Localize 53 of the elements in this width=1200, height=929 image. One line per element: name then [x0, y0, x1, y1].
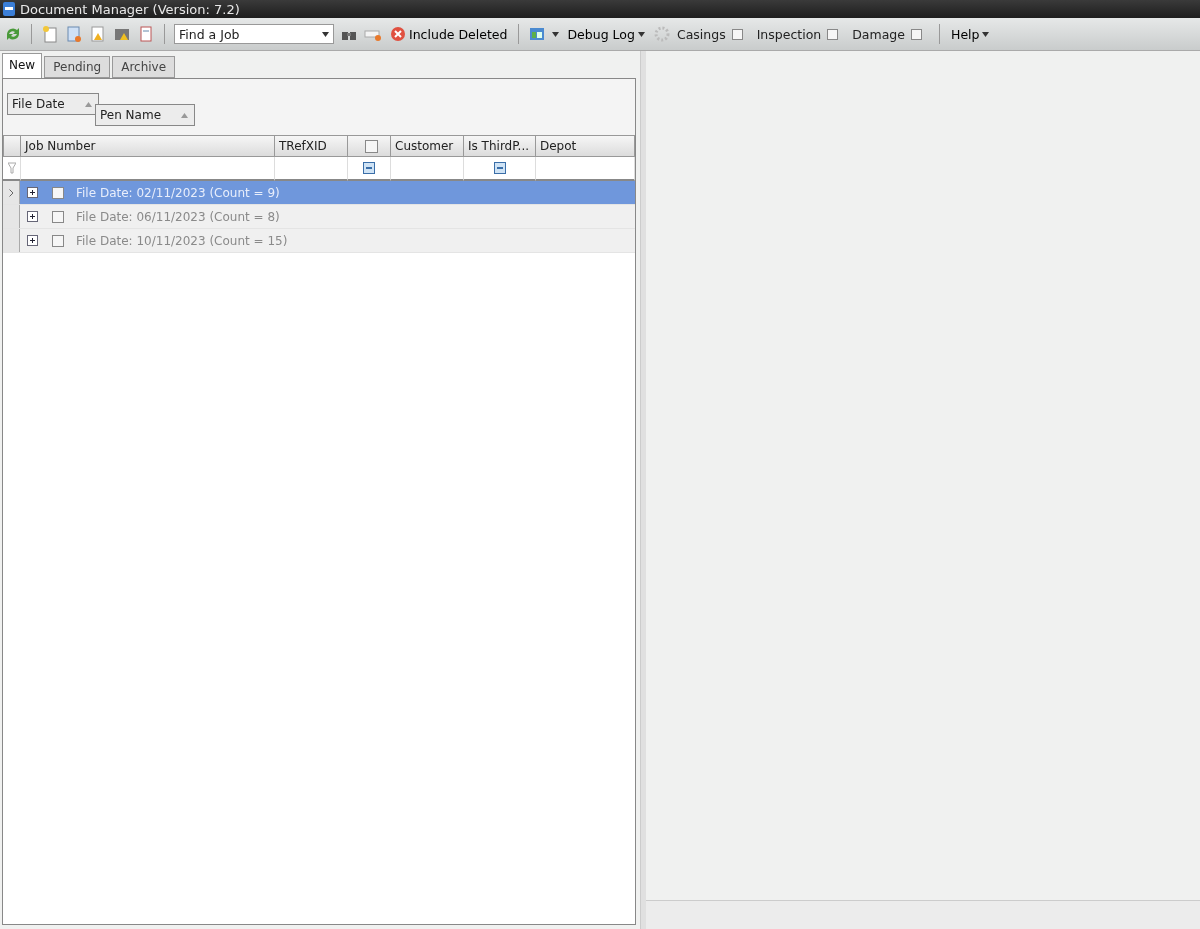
column-header[interactable]: Job Number — [21, 135, 275, 157]
column-header[interactable]: Customer — [391, 135, 464, 157]
tab[interactable]: Pending — [44, 56, 111, 78]
filter-icon — [7, 162, 16, 174]
include-deleted-button[interactable]: Include Deleted — [388, 26, 510, 42]
row-pointer-icon — [8, 188, 14, 197]
filter-checkbox[interactable] — [911, 28, 922, 40]
sort-arrow-icon — [85, 101, 92, 107]
group-label: Pen Name — [100, 108, 161, 122]
notebook-icon[interactable] — [137, 25, 155, 43]
filter-toggle-icon[interactable] — [493, 162, 506, 174]
group-label: File Date: 02/11/2023 (Count = 9) — [76, 185, 280, 200]
caret-icon — [552, 31, 560, 37]
group-by-chip[interactable]: File Date — [7, 93, 99, 115]
filter-label: Casings — [676, 26, 726, 42]
filter-checkbox[interactable] — [731, 28, 743, 40]
filter-checkbox[interactable] — [827, 28, 839, 40]
tab[interactable]: Archive — [112, 56, 176, 78]
column-header[interactable]: Depot — [536, 135, 635, 157]
app-icon — [2, 1, 16, 17]
row-checkbox[interactable] — [52, 234, 64, 247]
row-indicator — [3, 229, 20, 252]
column-header[interactable]: Is ThirdP... — [464, 135, 536, 157]
cancel-icon — [390, 26, 406, 42]
debug-log-menu[interactable]: Debug Log — [565, 26, 647, 42]
expand-icon[interactable] — [27, 187, 38, 198]
expand-icon[interactable] — [27, 211, 38, 222]
row-checkbox[interactable] — [52, 210, 64, 223]
refresh-icon[interactable] — [4, 25, 22, 43]
tab[interactable]: New — [2, 53, 43, 78]
select-all-checkbox[interactable] — [364, 139, 378, 153]
row-checkbox[interactable] — [52, 186, 64, 199]
window-title: Document Manager (Version: 7.2) — [20, 1, 240, 17]
caret-icon — [637, 31, 645, 37]
column-header[interactable]: TRefXID — [275, 135, 348, 157]
caret-icon — [982, 31, 990, 37]
sort-arrow-icon — [181, 112, 188, 118]
group-label: File Date — [12, 97, 65, 111]
group-label: File Date: 06/11/2023 (Count = 8) — [76, 209, 280, 224]
layout-icon[interactable] — [528, 25, 547, 43]
group-label: File Date: 10/11/2023 (Count = 15) — [76, 233, 288, 248]
caret-icon — [322, 31, 329, 37]
group-by-chip[interactable]: Pen Name — [95, 104, 195, 126]
document-icon[interactable] — [65, 25, 83, 43]
help-menu[interactable]: Help — [949, 26, 992, 42]
find-job-combo[interactable]: Find a Job — [174, 24, 334, 44]
column-header[interactable] — [348, 135, 391, 157]
expand-icon[interactable] — [27, 235, 38, 246]
filter-label: Damage — [852, 26, 905, 42]
filter-label: Inspection — [756, 26, 822, 42]
filter-toggle-icon[interactable] — [363, 162, 375, 174]
new-document-icon[interactable] — [41, 25, 59, 43]
warning-document-icon[interactable] — [89, 25, 107, 43]
